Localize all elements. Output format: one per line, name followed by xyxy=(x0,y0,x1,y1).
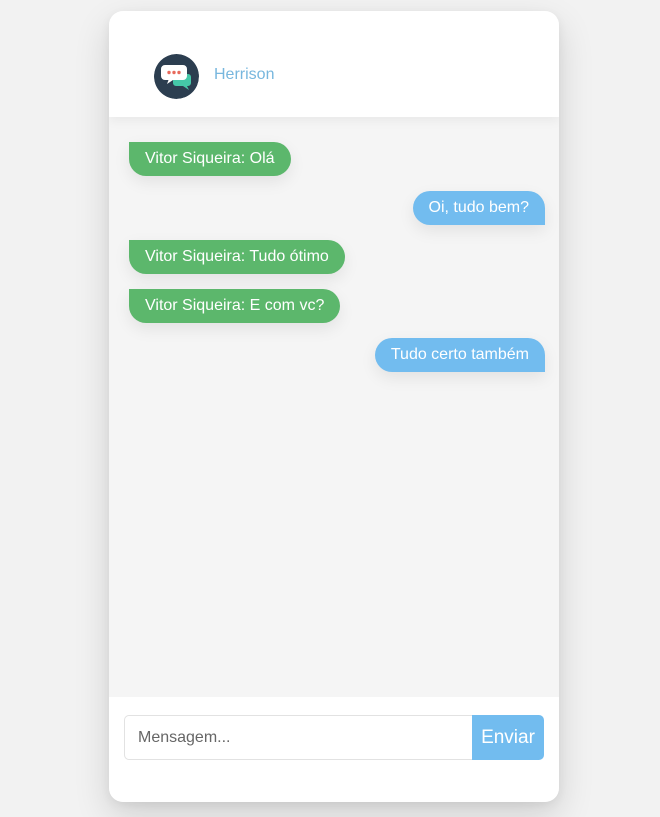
message-sent: Tudo certo também xyxy=(374,338,545,372)
message-received: Vitor Siqueira: Olá xyxy=(129,142,291,176)
chat-window: Herrison Vitor Siqueira: Olá Oi, tudo be… xyxy=(109,11,559,802)
send-button[interactable]: Enviar xyxy=(472,715,544,760)
message-input[interactable] xyxy=(124,715,472,760)
message-received: Vitor Siqueira: Tudo ótimo xyxy=(129,240,345,274)
message-composer: Enviar xyxy=(109,697,559,802)
message-sent: Oi, tudo bem? xyxy=(412,191,545,225)
chat-bubbles-icon xyxy=(154,54,199,99)
chat-header: Herrison xyxy=(109,11,559,117)
message-received: Vitor Siqueira: E com vc? xyxy=(129,289,341,323)
avatar xyxy=(154,54,199,99)
message-list[interactable]: Vitor Siqueira: Olá Oi, tudo bem? Vitor … xyxy=(109,117,559,697)
contact-name: Herrison xyxy=(214,66,275,83)
